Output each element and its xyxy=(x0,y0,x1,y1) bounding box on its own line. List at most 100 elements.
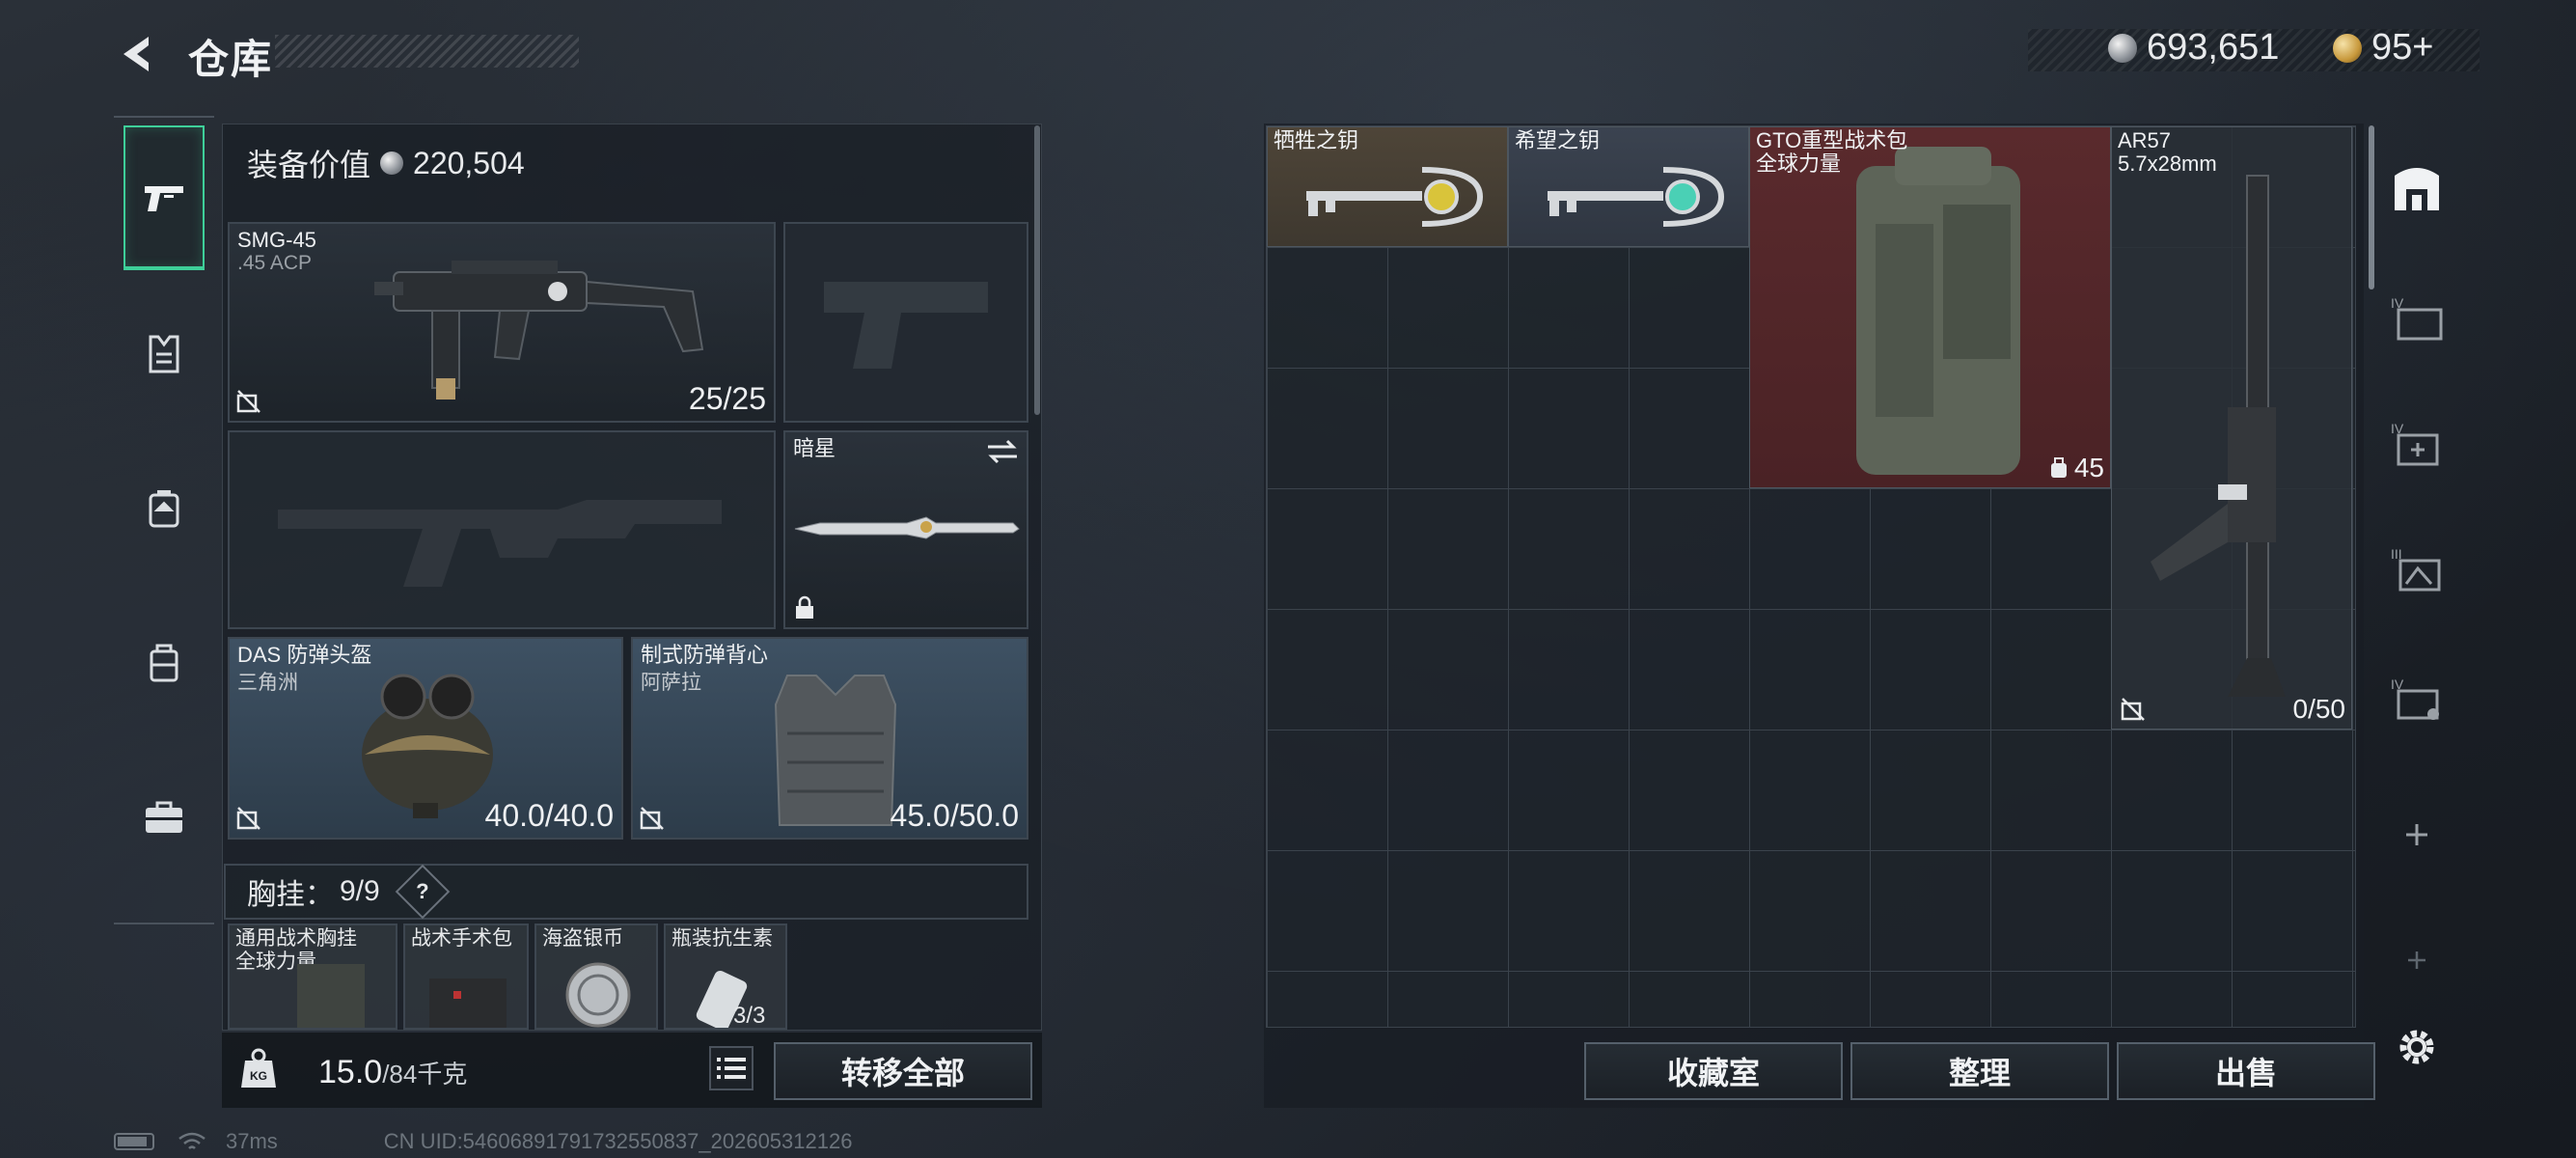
storage-item-ar57[interactable]: AR57 5.7x28mm 0/50 xyxy=(2111,126,2352,730)
storage-page-iv[interactable]: IV xyxy=(2383,285,2451,352)
category-bags[interactable] xyxy=(123,591,205,735)
bag-icon xyxy=(150,644,178,682)
rig-item-pirate-coin[interactable]: 海盗银币 xyxy=(534,924,658,1030)
body-armor-slot[interactable]: 制式防弹背心 阿萨拉 45.0/50.0 xyxy=(631,637,1028,840)
vest-origin: 阿萨拉 xyxy=(641,672,701,694)
silver-coin-icon xyxy=(380,152,404,175)
add-storage-button[interactable] xyxy=(2383,801,2451,868)
category-backpack[interactable] xyxy=(123,436,205,581)
item-capacity: 45 xyxy=(2073,453,2104,482)
silver-currency[interactable]: 693,651 xyxy=(2108,27,2279,69)
melee-name: 暗星 xyxy=(793,436,836,460)
smg-icon xyxy=(374,261,704,400)
rifle-placeholder-icon xyxy=(278,500,722,587)
equipment-value-label: 装备价值 xyxy=(247,148,371,182)
storage-page-iv-locked[interactable]: IV xyxy=(2383,666,2451,733)
chest-rig-header: 胸挂： 9/9 ? xyxy=(224,864,1028,920)
weight-current: 15.0 xyxy=(318,1054,383,1090)
rifle-icon xyxy=(2151,175,2286,697)
help-button[interactable]: ? xyxy=(395,864,451,920)
secondary-weapon-slot[interactable] xyxy=(783,222,1028,423)
weight-icon: KG xyxy=(241,1048,276,1088)
pistol-placeholder-icon xyxy=(824,282,988,369)
storage-item-sacrifice-key[interactable]: 牺牲之钥 xyxy=(1267,126,1508,247)
melee-slot[interactable]: 暗星 xyxy=(783,430,1028,629)
storage-iv-icon: IV xyxy=(2391,295,2443,341)
list-icon xyxy=(717,1058,746,1079)
helmet-icon xyxy=(362,674,493,818)
silver-coin-icon xyxy=(2108,33,2137,63)
key-icon xyxy=(1306,167,1484,227)
rig-item-name: 瓶装抗生素 xyxy=(671,927,773,950)
chest-rig-label: 胸挂： xyxy=(247,879,334,911)
equipment-scrollbar[interactable] xyxy=(1034,125,1040,415)
equipment-value-amount: 220,504 xyxy=(413,145,525,180)
plus-icon xyxy=(2408,951,2425,969)
weight-display: 15.0/84千克 xyxy=(318,1054,467,1091)
swap-icon[interactable] xyxy=(986,438,1019,465)
helmet-name: DAS 防弹头盔 xyxy=(237,643,372,667)
home-icon xyxy=(2395,168,2439,210)
plus-icon xyxy=(2406,824,2427,845)
weapon-ammo-type: .45 ACP xyxy=(237,252,313,274)
collection-room-button[interactable]: 收藏室 xyxy=(1584,1042,1843,1100)
no-insure-icon xyxy=(236,390,260,413)
wifi-icon xyxy=(178,1132,206,1149)
storage-scrollbar[interactable] xyxy=(2369,125,2374,290)
vest-armor-icon xyxy=(774,675,897,826)
vest-icon xyxy=(149,335,179,373)
category-armor[interactable] xyxy=(123,282,205,427)
add-storage-button-2[interactable] xyxy=(2383,926,2451,994)
help-icon: ? xyxy=(415,878,429,903)
status-bar: 37ms CN UID:546068917917325508​37_202605… xyxy=(114,1129,852,1154)
gold-currency[interactable]: 95+ xyxy=(2333,27,2433,69)
list-view-button[interactable] xyxy=(709,1046,754,1090)
category-weapons[interactable] xyxy=(123,125,205,270)
item-name: 希望之钥 xyxy=(1515,128,1601,152)
transfer-all-button[interactable]: 转移全部 xyxy=(774,1042,1032,1100)
svg-text:KG: KG xyxy=(250,1069,267,1083)
key-icon xyxy=(1548,167,1725,227)
no-insure-icon xyxy=(236,807,260,830)
storage-iii-icon: III xyxy=(2391,546,2441,592)
rig-item-name: 战术手术包 xyxy=(411,927,512,950)
gear-icon xyxy=(2399,1030,2434,1064)
storage-item-gto-backpack[interactable]: GTO重型战术包 全球力量 45 xyxy=(1749,126,2111,488)
item-origin: 全球力量 xyxy=(1756,152,1842,176)
silver-amount: 693,651 xyxy=(2147,27,2280,68)
back-arrow-icon xyxy=(123,37,149,71)
surgical-kit-icon xyxy=(429,979,507,1028)
rig-item-name: 通用战术胸挂 xyxy=(235,927,357,950)
settings-button[interactable] xyxy=(2383,1013,2451,1081)
vest-durability: 45.0/50.0 xyxy=(890,798,1019,833)
silver-coin-icon xyxy=(565,962,631,1028)
storage-home-button[interactable] xyxy=(2383,154,2451,222)
primary-weapon-slot[interactable]: SMG-45 .45 ACP 25/25 xyxy=(228,222,776,423)
item-ammo-count: 0/50 xyxy=(2292,694,2346,724)
pistol-icon xyxy=(145,186,183,211)
storage-page-iv-add[interactable]: IV xyxy=(2383,410,2451,478)
item-name: 牺牲之钥 xyxy=(1274,128,1359,152)
storage-grid: 牺牲之钥 希望之钥 GTO重型战术包 全球力量 45 AR57 5.7x28mm… xyxy=(1266,125,2356,1028)
sell-button[interactable]: 出售 xyxy=(2117,1042,2375,1100)
rig-item-antibiotics[interactable]: 瓶装抗生素 3/3 xyxy=(664,924,787,1030)
storage-item-hope-key[interactable]: 希望之钥 xyxy=(1508,126,1749,247)
item-ammo-type: 5.7x28mm xyxy=(2118,152,2217,176)
back-button[interactable] xyxy=(114,29,164,79)
ping-text: 37ms xyxy=(226,1129,278,1153)
category-tools[interactable] xyxy=(123,745,205,890)
vest-name: 制式防弹背心 xyxy=(641,643,769,667)
item-name: AR57 xyxy=(2118,128,2172,152)
helmet-slot[interactable]: DAS 防弹头盔 三角洲 40.0/40.0 xyxy=(228,637,623,840)
capacity-icon xyxy=(2050,457,2067,478)
rig-item-tactical-rig[interactable]: 通用战术胸挂 全球力量 xyxy=(228,924,397,1030)
knife-icon xyxy=(794,516,1020,539)
sort-button[interactable]: 整理 xyxy=(1850,1042,2109,1100)
secondary-primary-slot[interactable] xyxy=(228,430,776,629)
uid-text: CN UID:546068917917325508​37_20260531212… xyxy=(383,1129,853,1153)
gold-coin-icon xyxy=(2333,33,2362,63)
rig-item-surgical-kit[interactable]: 战术手术包 xyxy=(403,924,529,1030)
title-decoration xyxy=(275,35,579,68)
storage-page-iii[interactable]: III xyxy=(2383,536,2451,603)
battery-icon xyxy=(114,1133,154,1150)
